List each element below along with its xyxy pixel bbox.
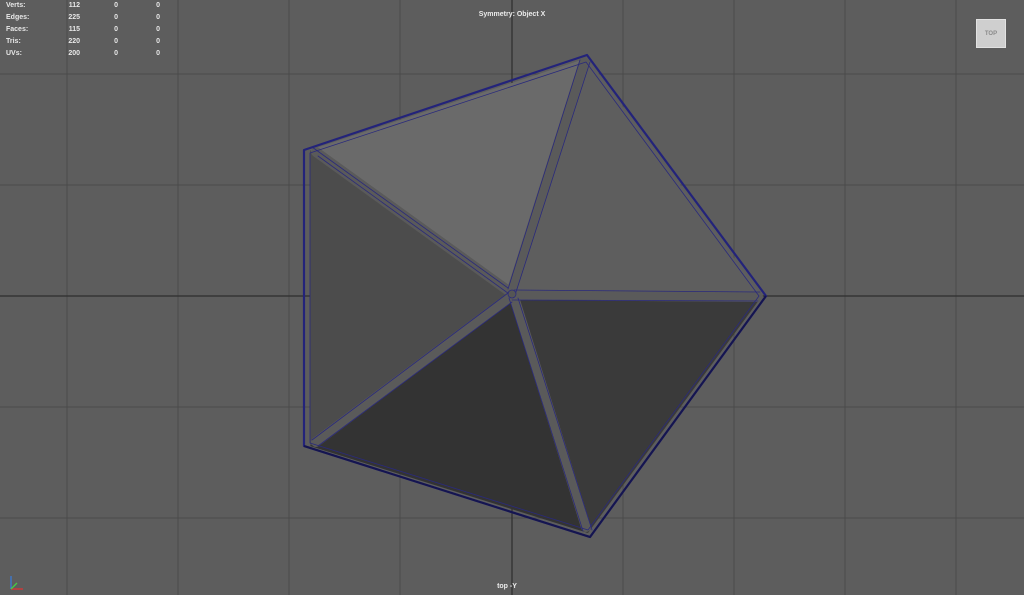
hud-value: 115 (68, 26, 80, 33)
hud-value: 200 (68, 50, 80, 57)
symmetry-status: Symmetry: Object X (478, 11, 546, 18)
mesh-center-vertex (507, 289, 517, 299)
hud-value: 0 (156, 26, 160, 33)
hud-label: UVs: (6, 50, 22, 57)
hud-label: Faces: (6, 26, 29, 33)
hud-value: 0 (114, 38, 118, 45)
hud-label: Tris: (6, 38, 21, 45)
hud-value: 0 (114, 50, 118, 57)
camera-name-label: top -Y (497, 583, 517, 590)
hud-value: 0 (114, 26, 118, 33)
viewport-canvas[interactable] (0, 0, 1024, 595)
viewport-panel[interactable] (0, 0, 1024, 595)
hud-value: 220 (68, 38, 80, 45)
hud-value: 0 (156, 50, 160, 57)
hud-value: 0 (156, 38, 160, 45)
viewcube-top-button[interactable]: TOP (976, 19, 1006, 48)
axis-gizmo-icon (10, 576, 23, 590)
